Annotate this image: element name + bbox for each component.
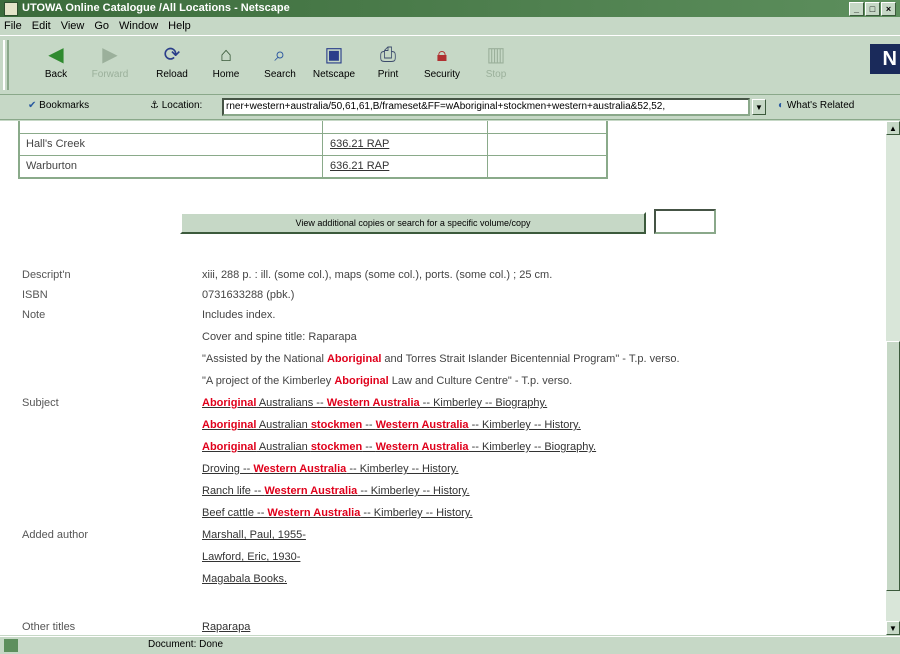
- back-button[interactable]: ◀ Back: [30, 40, 82, 90]
- menu-go[interactable]: Go: [94, 18, 109, 34]
- author-link[interactable]: Lawford, Eric, 1930-: [202, 551, 300, 563]
- note-line: Cover and spine title: Raparapa: [202, 331, 357, 343]
- subject-link[interactable]: Ranch life -- Western Australia -- Kimbe…: [202, 485, 470, 497]
- status-text: Document: Done: [148, 639, 224, 650]
- table-row: Hall's Creek 636.21 RAP: [20, 134, 606, 156]
- location-icon: ⚓︎: [150, 100, 159, 111]
- table-row-partial: [20, 121, 606, 142]
- search-icon: ⌕: [274, 44, 286, 66]
- scroll-up-arrow[interactable]: ▲: [886, 121, 900, 135]
- subject-link[interactable]: Aboriginal Australian stockmen -- Wester…: [202, 419, 581, 431]
- subject-link[interactable]: Aboriginal Australians -- Western Austra…: [202, 397, 547, 409]
- isbn-label: ISBN: [22, 289, 48, 301]
- menu-edit[interactable]: Edit: [32, 18, 51, 34]
- url-dropdown-arrow[interactable]: ▼: [752, 99, 766, 115]
- menu-file[interactable]: File: [4, 18, 22, 34]
- whats-related-button[interactable]: ◐ What's Related: [778, 100, 854, 111]
- menu-bar: File Edit View Go Window Help: [0, 18, 900, 34]
- printer-icon: ⎙: [380, 44, 396, 66]
- menu-window[interactable]: Window: [119, 18, 158, 34]
- scrollbar-thumb[interactable]: [886, 341, 900, 591]
- copies-table: Hall's Creek 636.21 RAP Warburton 636.21…: [18, 121, 608, 179]
- bookmarks-button[interactable]: ✔ Bookmarks: [28, 100, 89, 111]
- netscape-button[interactable]: ▣ Netscape: [308, 40, 360, 90]
- call-number-link[interactable]: 636.21 RAP: [330, 160, 389, 172]
- copy-location: Warburton: [26, 160, 77, 172]
- note-label: Note: [22, 309, 46, 321]
- status-bar: Document: Done: [0, 636, 900, 654]
- title-bar: UTOWA Online Catalogue /All Locations - …: [0, 0, 900, 17]
- descript-label: Descript'n: [22, 269, 71, 281]
- scroll-down-arrow[interactable]: ▼: [886, 621, 900, 635]
- menu-view[interactable]: View: [61, 18, 85, 34]
- netscape-logo: N: [870, 44, 900, 74]
- maximize-button[interactable]: □: [865, 2, 880, 16]
- author-link[interactable]: Magabala Books.: [202, 573, 287, 585]
- reload-icon: ⟳: [163, 44, 181, 66]
- subject-link[interactable]: Beef cattle -- Western Australia -- Kimb…: [202, 507, 473, 519]
- location-label: ⚓︎ Location:: [150, 100, 203, 111]
- author-link[interactable]: Marshall, Paul, 1955-: [202, 529, 306, 541]
- call-number-link[interactable]: 636.21 RAP: [330, 138, 389, 150]
- subject-link[interactable]: Droving -- Western Australia -- Kimberle…: [202, 463, 459, 475]
- subject-link[interactable]: Aboriginal Australian stockmen -- Wester…: [202, 441, 596, 453]
- added-author-label: Added author: [22, 529, 89, 541]
- other-titles-label: Other titles: [22, 621, 76, 633]
- window-title: UTOWA Online Catalogue /All Locations - …: [22, 2, 290, 14]
- page-content: Hall's Creek 636.21 RAP Warburton 636.21…: [0, 121, 886, 635]
- view-additional-copies-button[interactable]: View additional copies or search for a s…: [180, 212, 646, 234]
- bookmark-icon: ✔: [28, 100, 37, 111]
- stop-icon: ▥: [486, 44, 506, 66]
- related-icon: ◐: [778, 100, 785, 111]
- subject-label: Subject: [22, 397, 59, 409]
- print-button[interactable]: ⎙ Print: [362, 40, 414, 90]
- security-button[interactable]: 🔒︎ Security: [416, 40, 468, 90]
- lock-icon: 🔒︎: [436, 44, 448, 66]
- url-input[interactable]: rner+western+australia/50,61,61,B/frames…: [222, 98, 750, 116]
- note-line: "Assisted by the National Aboriginal and…: [202, 353, 680, 365]
- volume-search-input[interactable]: [654, 209, 716, 234]
- isbn-value: 0731633288 (pbk.): [202, 289, 295, 301]
- note-line: "A project of the Kimberley Aboriginal L…: [202, 375, 573, 387]
- home-icon: ⌂: [219, 44, 233, 66]
- stop-button[interactable]: ▥ Stop: [470, 40, 522, 90]
- location-toolbar: ✔ Bookmarks ⚓︎ Location: rner+western+au…: [0, 96, 900, 120]
- app-icon: [4, 2, 18, 16]
- reload-button[interactable]: ⟳ Reload: [146, 40, 198, 90]
- menu-help[interactable]: Help: [168, 18, 191, 34]
- security-status-icon[interactable]: [4, 639, 18, 652]
- search-button[interactable]: ⌕ Search: [254, 40, 306, 90]
- navigation-toolbar: ◀ Back ▶ Forward ⟳ Reload ⌂ Home ⌕ Searc…: [0, 35, 900, 95]
- browser-window: UTOWA Online Catalogue /All Locations - …: [0, 0, 900, 654]
- note-line: Includes index.: [202, 309, 276, 321]
- forward-arrow-icon: ▶: [102, 44, 118, 66]
- copy-location: Hall's Creek: [26, 138, 85, 150]
- vertical-scrollbar[interactable]: ▲ ▼: [886, 121, 900, 635]
- minimize-button[interactable]: _: [849, 2, 864, 16]
- back-arrow-icon: ◀: [48, 44, 64, 66]
- forward-button[interactable]: ▶ Forward: [84, 40, 136, 90]
- netscape-icon: ▣: [324, 44, 344, 66]
- table-row: Warburton 636.21 RAP: [20, 156, 606, 177]
- close-button[interactable]: ×: [881, 2, 896, 16]
- other-title-link[interactable]: Raparapa: [202, 621, 250, 633]
- home-button[interactable]: ⌂ Home: [200, 40, 252, 90]
- descript-value: xiii, 288 p. : ill. (some col.), maps (s…: [202, 269, 553, 281]
- toolbar-grip[interactable]: [3, 40, 9, 90]
